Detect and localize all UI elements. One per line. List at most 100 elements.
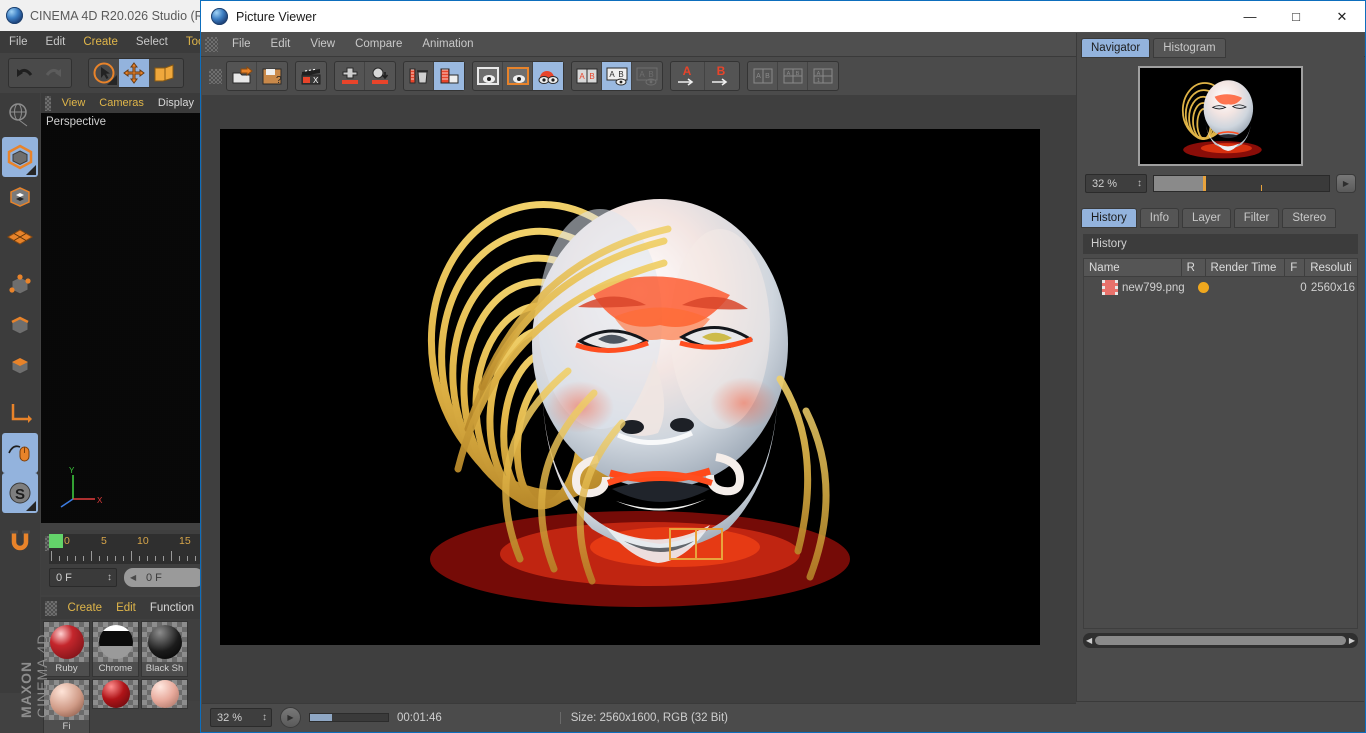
menubar-grip-icon[interactable] <box>205 36 218 52</box>
c4d-menu-file[interactable]: File <box>0 31 37 53</box>
render-region-down-icon[interactable] <box>365 62 395 90</box>
viewport-canvas[interactable]: Perspective Y X <box>41 113 201 523</box>
edges-mode-icon[interactable] <box>2 305 38 345</box>
viewport-grip-icon[interactable] <box>45 95 51 111</box>
selection-tool-icon[interactable] <box>89 59 119 87</box>
globe-axis-icon[interactable] <box>2 93 38 137</box>
material-item[interactable]: Black Sh <box>141 621 188 677</box>
navigator-thumbnail[interactable] <box>1138 66 1303 166</box>
enable-axis-icon[interactable] <box>2 433 38 473</box>
scroll-left-icon[interactable]: ◀ <box>1086 636 1092 645</box>
pv-menu-animation[interactable]: Animation <box>412 38 483 50</box>
tab-info[interactable]: Info <box>1139 208 1179 228</box>
set-b-icon[interactable]: B <box>705 62 739 90</box>
polygons-mode-icon[interactable] <box>2 345 38 385</box>
close-button[interactable]: ✕ <box>1319 1 1365 32</box>
save-file-icon[interactable]: ? <box>257 62 287 90</box>
view-image-group <box>472 61 564 91</box>
timeline-ruler[interactable]: 0 5 10 15 <box>49 534 201 564</box>
tick-label-10: 10 <box>137 535 149 547</box>
column-name[interactable]: Name <box>1084 259 1182 276</box>
undo-icon[interactable] <box>9 59 39 87</box>
copy-frames-icon[interactable] <box>434 62 464 90</box>
navigator-zoom-field[interactable]: 32 % <box>1085 174 1147 193</box>
material-menu-edit[interactable]: Edit <box>109 602 143 614</box>
timeline-playhead[interactable] <box>49 534 63 548</box>
navigator-zoom-next-button[interactable]: ▶ <box>1336 174 1356 193</box>
viewport-menu-view[interactable]: View <box>55 97 93 109</box>
column-r[interactable]: R <box>1182 259 1206 276</box>
pv-menu-view[interactable]: View <box>300 38 345 50</box>
maximize-button[interactable]: □ <box>1273 1 1319 32</box>
material-item[interactable]: Fi <box>43 679 90 733</box>
material-item[interactable]: Chrome <box>92 621 139 677</box>
c4d-menu-edit[interactable]: Edit <box>37 31 75 53</box>
pv-menu-edit[interactable]: Edit <box>261 38 301 50</box>
ab-sequence-icon[interactable]: A1 <box>808 62 838 90</box>
picture-viewer-titlebar[interactable]: Picture Viewer — □ ✕ <box>201 1 1365 32</box>
show-image-a-icon[interactable] <box>473 62 503 90</box>
material-item[interactable]: Ruby <box>43 621 90 677</box>
play-button[interactable]: ▶ <box>280 707 301 728</box>
polygon-grid-icon[interactable] <box>2 217 38 257</box>
c4d-menu-create[interactable]: Create <box>74 31 127 53</box>
tab-navigator[interactable]: Navigator <box>1081 38 1151 58</box>
viewport-menu-cameras[interactable]: Cameras <box>92 97 151 109</box>
minimize-button[interactable]: — <box>1227 1 1273 32</box>
pv-menu-compare[interactable]: Compare <box>345 38 412 50</box>
material-item[interactable] <box>141 679 188 709</box>
history-table-body[interactable]: new799.png 0 2560x16 <box>1083 277 1358 629</box>
cinema4d-title-text: CINEMA 4D R20.026 Studio (RC - <box>30 8 221 23</box>
tab-filter[interactable]: Filter <box>1233 208 1280 228</box>
material-menubar[interactable]: Create Edit Function <box>41 597 201 619</box>
column-render-time[interactable]: Render Time <box>1206 259 1286 276</box>
history-horizontal-scrollbar[interactable]: ◀ ▶ <box>1083 633 1358 648</box>
navigator-zoom-slider[interactable] <box>1153 175 1330 192</box>
model-mode-icon[interactable] <box>2 137 38 177</box>
ab-grid-icon[interactable]: AB <box>778 62 808 90</box>
send-to-bottom-icon[interactable] <box>335 62 365 90</box>
column-f[interactable]: F <box>1285 259 1306 276</box>
viewport-menubar[interactable]: View Cameras Display <box>41 93 201 113</box>
column-resolution[interactable]: Resoluti <box>1305 259 1357 276</box>
c4d-menu-select[interactable]: Select <box>127 31 177 53</box>
svg-text:B: B <box>618 70 623 79</box>
scale-tool-icon[interactable] <box>149 59 179 87</box>
compare-overlay-icon[interactable] <box>533 62 563 90</box>
material-item[interactable] <box>92 679 139 709</box>
ab-side-by-side-icon[interactable]: AB <box>572 62 602 90</box>
progress-bar[interactable] <box>309 713 389 722</box>
current-frame-field[interactable]: 0 F <box>49 568 117 587</box>
axis-mode-icon[interactable] <box>2 393 38 433</box>
snap-icon[interactable]: S <box>2 473 38 513</box>
material-menu-function[interactable]: Function <box>143 602 201 614</box>
ab-compare-active-icon[interactable]: AB <box>602 62 632 90</box>
open-file-icon[interactable] <box>227 62 257 90</box>
end-frame-field[interactable]: 0 F <box>124 568 204 587</box>
viewport-menu-display[interactable]: Display <box>151 97 201 109</box>
texture-mode-icon[interactable] <box>2 177 38 217</box>
tab-histogram[interactable]: Histogram <box>1153 38 1226 58</box>
ab-difference-icon[interactable]: AB <box>632 62 662 90</box>
tab-stereo[interactable]: Stereo <box>1282 208 1337 228</box>
points-mode-icon[interactable] <box>2 265 38 305</box>
toolbar-grip-icon[interactable] <box>209 68 222 84</box>
right-dock-panel: Navigator Histogram 32 % ↕ ▶ History Inf… <box>1076 33 1364 702</box>
table-row[interactable]: new799.png 0 2560x16 <box>1084 277 1357 298</box>
delete-frames-icon[interactable] <box>404 62 434 90</box>
clapperboard-close-icon[interactable]: X <box>296 62 326 90</box>
redo-icon[interactable] <box>39 59 69 87</box>
ab-split-icon[interactable]: AB <box>748 62 778 90</box>
magnet-icon[interactable] <box>2 521 38 561</box>
tab-layer[interactable]: Layer <box>1181 208 1231 228</box>
scroll-right-icon[interactable]: ▶ <box>1349 636 1355 645</box>
material-grip-icon[interactable] <box>45 600 57 616</box>
tab-history[interactable]: History <box>1081 208 1137 228</box>
set-a-icon[interactable]: A <box>671 62 705 90</box>
material-menu-create[interactable]: Create <box>61 602 110 614</box>
zoom-level-field[interactable]: 32 % <box>210 708 272 727</box>
pv-menu-file[interactable]: File <box>222 38 261 50</box>
show-image-b-icon[interactable] <box>503 62 533 90</box>
move-tool-icon[interactable] <box>119 59 149 87</box>
rendered-image-canvas[interactable] <box>220 129 1040 645</box>
